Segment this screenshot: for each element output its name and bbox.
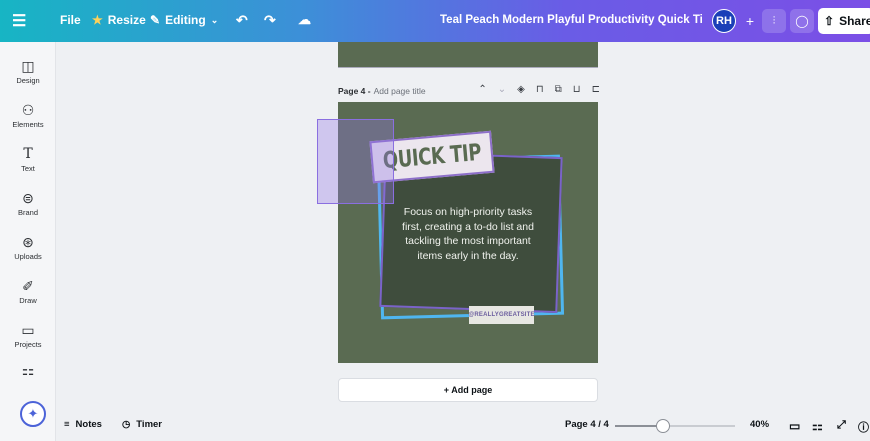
chevron-up-icon[interactable]: ⌃ [478,84,486,95]
selection-box[interactable] [317,119,394,204]
sidebar-item-label: Uploads [14,252,42,261]
lock-icon[interactable]: ⊓ [536,84,544,95]
fullscreen-button[interactable]: ⤢ [837,419,846,432]
comment-icon: ◯ [795,14,809,28]
sidebar-item-elements[interactable]: ⚇ Elements [0,102,56,129]
timer-button[interactable]: ◷ Timer [122,419,162,430]
grid-view-button[interactable]: ⚏ [812,419,823,433]
comments-button[interactable]: ◯ [790,9,814,33]
sidebar-item-uploads[interactable]: ⊛ Uploads [0,234,56,261]
undo-icon: ↶ [236,12,248,28]
redo-button[interactable]: ↷ [264,12,276,29]
previous-page-preview[interactable] [338,42,598,68]
add-page-icon[interactable]: ⊏ [592,84,600,95]
draw-icon: ✐ [22,278,34,294]
page-number-label: Page 4 - [338,86,371,96]
sidebar-item-label: Projects [14,340,42,349]
sidebar-item-draw[interactable]: ✐ Draw [0,278,56,305]
pencil-icon: ✎ [150,13,161,27]
file-menu[interactable]: File [60,13,81,27]
handle-text: @REALLYGREATSITE [468,312,535,318]
share-button[interactable]: ⇧ Share [818,8,870,34]
pages-view-button[interactable]: ▭ [789,419,800,433]
projects-icon: ▭ [21,322,35,338]
file-label: File [60,13,81,27]
menu-button[interactable]: ☰ [12,11,26,31]
sparkle-icon: ★ [92,13,103,27]
zoom-level[interactable]: 40% [750,419,769,430]
help-button[interactable]: ⓘ [858,419,869,435]
handle-tag[interactable]: @REALLYGREATSITE [468,306,535,324]
magic-assistant-button[interactable]: ✦ [20,401,46,427]
chevron-down-icon[interactable]: ⌄ [498,84,506,95]
sidebar-item-label: Design [16,76,40,85]
editing-dropdown[interactable]: ✎ Editing ⌄ [150,13,218,27]
sidebar-item-label: Elements [12,120,44,129]
top-bar: ☰ File ★ Resize ✎ Editing ⌄ ↶ ↷ ☁ Teal P… [0,0,870,42]
avatar[interactable]: RH [712,9,736,33]
notes-label: Notes [75,419,102,430]
pages-icon: ▭ [789,419,801,433]
page-title-input[interactable]: Add page title [374,86,426,96]
expand-icon: ⤢ [837,419,846,431]
add-collaborator-button[interactable]: + [738,9,762,33]
add-page-button[interactable]: + Add page [338,378,598,402]
sidebar-item-apps[interactable]: ⚏ [0,362,56,378]
bottom-bar: ≡ Notes ◷ Timer Page 4 / 4 40% ▭ ⚏ ⤢ ⓘ [56,410,870,441]
plus-icon: + [745,13,755,29]
sparkle-icon: ✦ [27,406,39,421]
share-icon: ⇧ [824,14,835,28]
cloud-icon: ☁ [298,12,311,27]
sidebar-item-projects[interactable]: ▭ Projects [0,322,56,349]
sidebar-item-text[interactable]: T Text [0,146,56,173]
brand-icon: ⊜ [22,190,34,206]
zoom-slider[interactable] [615,419,735,433]
resize-button[interactable]: ★ Resize [92,13,146,27]
sidebar-item-label: Draw [19,296,37,305]
page-toolbar: ⌃ ⌄ ◈ ⊓ ⧉ ⊔ ⊏ [478,84,600,95]
chevron-down-icon: ⌄ [210,14,219,25]
headline-text[interactable]: QUICK TIP [382,140,482,174]
zoom-slider-handle[interactable] [656,419,670,433]
page-header: Page 4 - Add page title ⌃ ⌄ ◈ ⊓ ⧉ ⊔ ⊏ [338,84,600,98]
redo-icon: ↷ [264,12,276,28]
uploads-icon: ⊛ [22,234,34,250]
sidebar-item-label: Text [21,164,35,173]
cloud-save-button[interactable]: ☁ [298,12,311,28]
design-icon: ◫ [21,58,35,74]
sidebar-item-label: Brand [17,208,38,217]
hide-icon[interactable]: ◈ [517,84,525,95]
notes-button[interactable]: ≡ Notes [64,419,102,430]
page-indicator[interactable]: Page 4 / 4 [565,419,609,430]
text-icon: T [23,146,33,162]
insights-button[interactable]: ⫶ [762,9,786,33]
document-title[interactable]: Teal Peach Modern Playful Productivity Q… [440,14,702,26]
editing-label: Editing [165,13,206,27]
trash-icon[interactable]: ⊔ [573,84,581,95]
notes-icon: ≡ [64,419,70,430]
resize-label: Resize [107,13,146,27]
help-icon: ⓘ [858,422,869,434]
timer-label: Timer [136,419,162,430]
apps-icon: ⚏ [21,362,35,378]
sidebar-item-brand[interactable]: ⊜ Brand [0,190,56,217]
left-sidebar: ◫ Design ⚇ Elements T Text ⊜ Brand ⊛ Upl… [0,42,56,441]
sidebar-item-design[interactable]: ◫ Design [0,58,56,85]
elements-icon: ⚇ [21,102,35,118]
duplicate-icon[interactable]: ⧉ [555,84,562,95]
timer-icon: ◷ [122,419,131,430]
tip-body-text[interactable]: Focus on high-priority tasks first, crea… [394,205,542,263]
grid-icon: ⚏ [812,419,823,433]
hamburger-icon: ☰ [12,13,27,30]
share-label: Share [839,14,870,28]
undo-button[interactable]: ↶ [236,12,248,29]
bar-chart-icon: ⫶ [772,14,776,27]
